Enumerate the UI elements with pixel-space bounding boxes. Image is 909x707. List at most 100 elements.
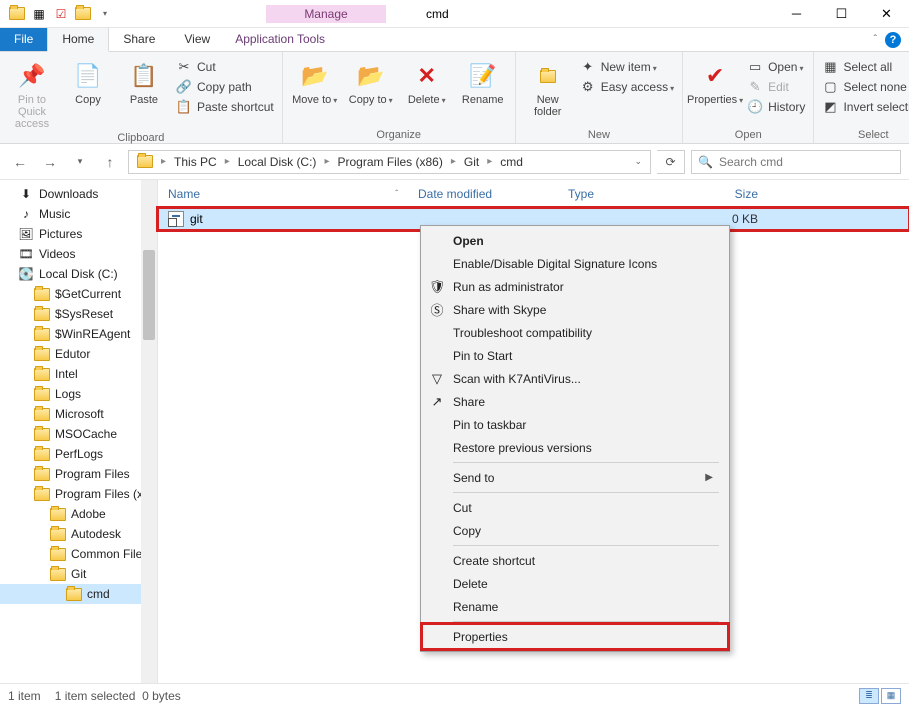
column-size[interactable]: Size bbox=[688, 187, 768, 201]
breadcrumb-sep[interactable]: ▸ bbox=[449, 156, 458, 167]
context-menu-item[interactable]: 🛡Run as administrator bbox=[423, 275, 727, 298]
qat-customize-caret[interactable]: ▾ bbox=[94, 3, 116, 25]
tree-item[interactable]: ♪Music bbox=[0, 204, 157, 224]
recent-locations-caret[interactable]: ▾ bbox=[68, 150, 92, 174]
up-button[interactable]: ↑ bbox=[98, 150, 122, 174]
tree-item[interactable]: 🎞Videos bbox=[0, 244, 157, 264]
paste-button[interactable]: 📋 Paste bbox=[118, 58, 170, 106]
tree-item[interactable]: Program Files (x86) bbox=[0, 484, 157, 504]
help-icon[interactable]: ? bbox=[885, 32, 901, 48]
delete-button[interactable]: ✕ Delete bbox=[401, 58, 453, 106]
tree-item[interactable]: 🖼Pictures bbox=[0, 224, 157, 244]
column-name[interactable]: Nameˆ bbox=[158, 187, 408, 201]
navigation-tree[interactable]: ⬇Downloads♪Music🖼Pictures🎞Videos💽Local D… bbox=[0, 180, 158, 683]
context-menu-item[interactable]: Pin to Start bbox=[423, 344, 727, 367]
history-button[interactable]: 🕘History bbox=[745, 98, 807, 116]
thumbnails-view-button[interactable]: ▦ bbox=[881, 688, 901, 704]
file-tab[interactable]: File bbox=[0, 28, 47, 51]
breadcrumb-seg[interactable]: This PC bbox=[168, 151, 223, 173]
ribbon-collapse-caret[interactable]: ˆ bbox=[874, 34, 877, 45]
application-tools-tab[interactable]: Application Tools bbox=[225, 28, 336, 51]
edit-button[interactable]: ✎Edit bbox=[745, 78, 807, 96]
rename-button[interactable]: 📝 Rename bbox=[457, 58, 509, 106]
move-to-button[interactable]: 📂 Move to bbox=[289, 58, 341, 106]
open-button[interactable]: ▭Open bbox=[745, 58, 807, 76]
maximize-button[interactable]: ☐ bbox=[819, 0, 864, 28]
address-dropdown-caret[interactable]: ⌄ bbox=[628, 156, 648, 167]
home-tab[interactable]: Home bbox=[47, 28, 109, 52]
view-tab[interactable]: View bbox=[170, 28, 225, 51]
breadcrumb-sep[interactable]: ▸ bbox=[322, 156, 331, 167]
breadcrumb-seg[interactable]: Program Files (x86) bbox=[331, 151, 448, 173]
breadcrumb-seg[interactable]: Git bbox=[458, 151, 485, 173]
share-tab[interactable]: Share bbox=[109, 28, 170, 51]
address-bar[interactable]: ▸ This PC ▸ Local Disk (C:) ▸ Program Fi… bbox=[128, 150, 651, 174]
tree-item[interactable]: Git bbox=[0, 564, 157, 584]
select-all-button[interactable]: ▦Select all bbox=[820, 58, 909, 76]
breadcrumb-seg[interactable]: Local Disk (C:) bbox=[232, 151, 323, 173]
copy-button[interactable]: 📄 Copy bbox=[62, 58, 114, 106]
refresh-button[interactable]: ⟳ bbox=[657, 150, 685, 174]
qat-checkbox-icon[interactable]: ☑ bbox=[50, 3, 72, 25]
context-menu-item[interactable]: Delete bbox=[423, 572, 727, 595]
tree-item[interactable]: PerfLogs bbox=[0, 444, 157, 464]
tree-item[interactable]: Program Files bbox=[0, 464, 157, 484]
qat-properties-icon[interactable]: ▦ bbox=[28, 3, 50, 25]
context-menu-item[interactable]: Rename bbox=[423, 595, 727, 618]
tree-item[interactable]: cmd bbox=[0, 584, 157, 604]
context-menu-item[interactable]: Open bbox=[423, 229, 727, 252]
context-menu-item[interactable]: Pin to taskbar bbox=[423, 413, 727, 436]
breadcrumb-sep[interactable]: ▸ bbox=[159, 156, 168, 167]
context-menu-item[interactable]: Cut bbox=[423, 496, 727, 519]
tree-item[interactable]: Common Files bbox=[0, 544, 157, 564]
context-menu-item[interactable]: Copy bbox=[423, 519, 727, 542]
tree-item[interactable]: 💽Local Disk (C:) bbox=[0, 264, 157, 284]
tree-item[interactable]: Logs bbox=[0, 384, 157, 404]
copy-path-button[interactable]: 🔗Copy path bbox=[174, 78, 276, 96]
context-menu-item[interactable]: Enable/Disable Digital Signature Icons bbox=[423, 252, 727, 275]
context-menu-item[interactable]: ⓈShare with Skype bbox=[423, 298, 727, 321]
scrollbar-thumb[interactable] bbox=[143, 250, 155, 340]
context-menu-label: Delete bbox=[453, 577, 488, 591]
new-item-button[interactable]: ✦New item bbox=[578, 58, 676, 76]
tree-item[interactable]: Edutor bbox=[0, 344, 157, 364]
minimize-button[interactable]: ─ bbox=[774, 0, 819, 28]
select-none-button[interactable]: ▢Select none bbox=[820, 78, 909, 96]
context-menu-item[interactable]: ▽Scan with K7AntiVirus... bbox=[423, 367, 727, 390]
tree-item[interactable]: ⬇Downloads bbox=[0, 184, 157, 204]
context-menu-item[interactable]: ↗Share bbox=[423, 390, 727, 413]
context-menu-item[interactable]: Create shortcut bbox=[423, 549, 727, 572]
breadcrumb-seg[interactable]: cmd bbox=[494, 151, 529, 173]
context-menu-item[interactable]: Troubleshoot compatibility bbox=[423, 321, 727, 344]
tree-item[interactable]: Microsoft bbox=[0, 404, 157, 424]
qat-newfolder-icon[interactable] bbox=[72, 3, 94, 25]
tree-scrollbar[interactable] bbox=[141, 180, 157, 683]
tree-item[interactable]: Adobe bbox=[0, 504, 157, 524]
tree-item[interactable]: $SysReset bbox=[0, 304, 157, 324]
tree-item[interactable]: Autodesk bbox=[0, 524, 157, 544]
tree-item[interactable]: MSOCache bbox=[0, 424, 157, 444]
details-view-button[interactable]: ≣ bbox=[859, 688, 879, 704]
context-menu-item[interactable]: Send to▶ bbox=[423, 466, 727, 489]
context-menu-item[interactable]: Restore previous versions bbox=[423, 436, 727, 459]
breadcrumb-sep[interactable]: ▸ bbox=[223, 156, 232, 167]
back-button[interactable]: ← bbox=[8, 150, 32, 174]
breadcrumb-sep[interactable]: ▸ bbox=[485, 156, 494, 167]
tree-item[interactable]: $WinREAgent bbox=[0, 324, 157, 344]
tree-item[interactable]: Intel bbox=[0, 364, 157, 384]
easy-access-button[interactable]: ⚙Easy access bbox=[578, 78, 676, 96]
cut-button[interactable]: ✂Cut bbox=[174, 58, 276, 76]
pin-to-quick-access-button[interactable]: 📌 Pin to Quick access bbox=[6, 58, 58, 130]
invert-selection-button[interactable]: ◩Invert selection bbox=[820, 98, 909, 116]
forward-button[interactable]: → bbox=[38, 150, 62, 174]
column-type[interactable]: Type bbox=[558, 187, 688, 201]
paste-shortcut-button[interactable]: 📋Paste shortcut bbox=[174, 98, 276, 116]
new-folder-button[interactable]: New folder bbox=[522, 58, 574, 118]
search-box[interactable]: 🔍 Search cmd bbox=[691, 150, 901, 174]
tree-item[interactable]: $GetCurrent bbox=[0, 284, 157, 304]
close-button[interactable]: ✕ bbox=[864, 0, 909, 28]
column-date[interactable]: Date modified bbox=[408, 187, 558, 201]
properties-button[interactable]: ✔ Properties bbox=[689, 58, 741, 106]
copy-to-button[interactable]: 📂 Copy to bbox=[345, 58, 397, 106]
context-menu-item[interactable]: Properties bbox=[423, 625, 727, 648]
